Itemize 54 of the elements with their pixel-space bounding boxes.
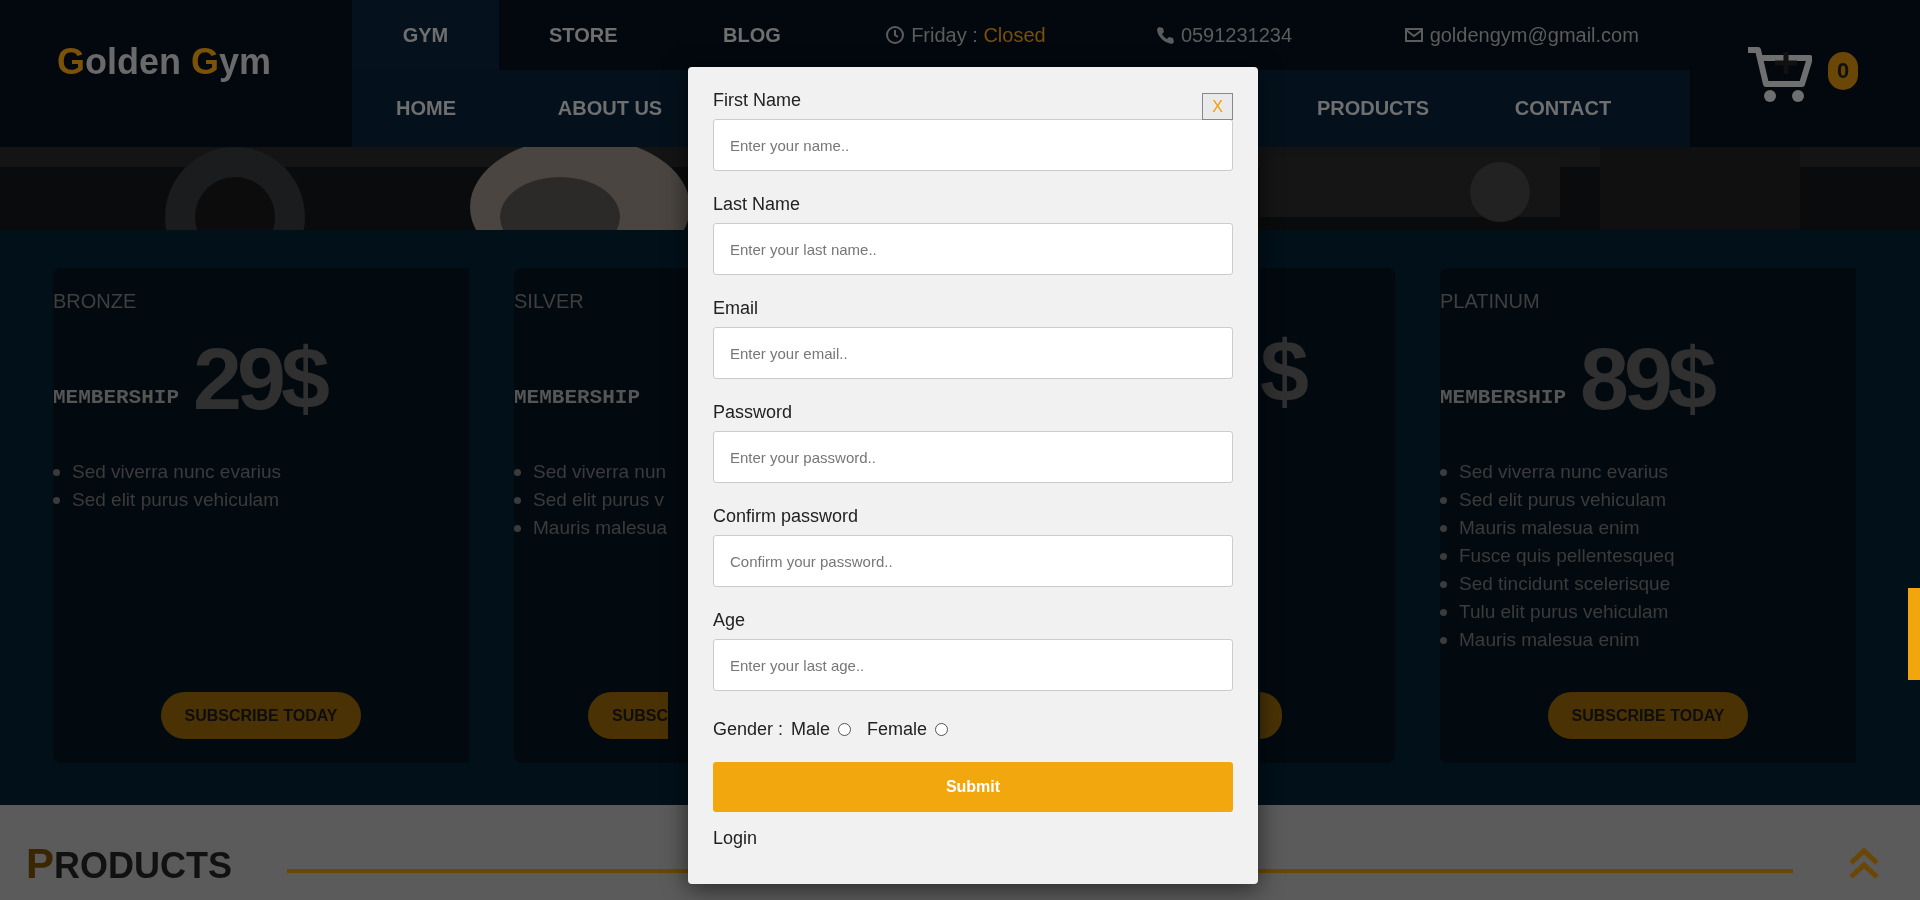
- email-address: goldengym@gmail.com: [1429, 23, 1639, 47]
- nav-link[interactable]: HOME: [352, 97, 500, 120]
- text-field[interactable]: Confirm your password..: [713, 535, 1233, 587]
- nav-link[interactable]: PRODUCTS: [1278, 97, 1468, 120]
- nav-link[interactable]: GYM: [352, 0, 499, 70]
- brand-logo[interactable]: Golden Gym: [0, 0, 352, 147]
- plan-name: SILVER: [514, 290, 585, 313]
- option-label: Male: [791, 719, 831, 740]
- plan-name: BRONZE: [53, 290, 138, 313]
- plan-feature: Mauris malesua: [514, 517, 688, 539]
- plan-feature: Sed viverra nun: [514, 461, 688, 483]
- text-field[interactable]: Enter your last age..: [713, 639, 1233, 691]
- gender-label: Gender :: [713, 719, 784, 740]
- section-title: PRODUCTS: [26, 839, 232, 888]
- phone-number: 0591231234: [1180, 23, 1293, 47]
- nav-link[interactable]: STORE: [498, 0, 668, 70]
- plan-feature: Mauris malesua enim: [1440, 517, 1856, 539]
- login-link[interactable]: Login: [713, 828, 1233, 849]
- field-label: Password: [713, 401, 793, 423]
- nav-link[interactable]: BLOG: [667, 0, 837, 70]
- radio-button[interactable]: [935, 723, 949, 736]
- plan-feature: Sed viverra nunc evarius: [1440, 461, 1856, 483]
- text-field[interactable]: Enter your last name..: [713, 223, 1233, 275]
- text-field[interactable]: Enter your email..: [713, 327, 1233, 379]
- field-label: First Name: [713, 89, 801, 111]
- plan-name: PLATINUM: [1440, 290, 1541, 313]
- plan-tagline: MEMBERSHIP: [53, 386, 180, 409]
- plan-feature: Sed viverra nunc evarius: [53, 461, 469, 483]
- cart-count: 0: [1828, 52, 1858, 90]
- plan-tagline: MEMBERSHIP: [514, 386, 641, 409]
- plan-feature: Fusce quis pellentesqueq: [1440, 545, 1856, 567]
- envelope-icon: [1403, 25, 1424, 45]
- submit-button[interactable]: Submit: [713, 762, 1233, 812]
- nav-link[interactable]: CONTACT: [1468, 97, 1658, 120]
- plan-feature: Sed elit purus vehiculam: [53, 489, 469, 511]
- plan-feature: Tulu elit purus vehiculam: [1440, 601, 1856, 623]
- plan-tagline: MEMBERSHIP: [1440, 386, 1567, 409]
- opening-hours: Friday : Closed: [911, 23, 1046, 47]
- text-field[interactable]: Enter your name..: [713, 119, 1233, 171]
- plan-feature: Sed elit purus vehiculam: [1440, 489, 1856, 511]
- radio-button[interactable]: [838, 723, 852, 736]
- option-label: Female: [867, 719, 928, 740]
- field-label: Last Name: [713, 193, 801, 215]
- plan-feature: Sed tincidunt scelerisque: [1440, 573, 1856, 595]
- plan-price: $: [1260, 328, 1306, 416]
- scrollbar-thumb[interactable]: [1908, 588, 1920, 680]
- field-label: Age: [713, 609, 746, 631]
- field-label: Email: [713, 297, 758, 319]
- field-label: Confirm password: [713, 505, 859, 527]
- clock-icon: [885, 25, 906, 45]
- plan-feature: Sed elit purus v: [514, 489, 688, 511]
- text-field[interactable]: Enter your password..: [713, 431, 1233, 483]
- plan-feature: Mauris malesua enim: [1440, 629, 1856, 651]
- phone-icon: [1154, 25, 1175, 45]
